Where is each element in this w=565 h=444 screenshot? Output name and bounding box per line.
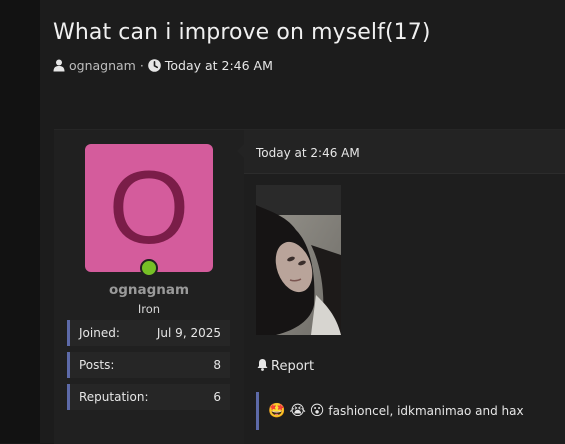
- user-icon: [53, 59, 65, 72]
- thread-time[interactable]: Today at 2:46 AM: [165, 58, 273, 73]
- post-message: Today at 2:46 AM Report 🤩 😭 😮 fashioncel…: [237, 130, 565, 444]
- left-sidebar-strip: [0, 0, 40, 443]
- thread-author-link[interactable]: ognagnam: [69, 58, 136, 73]
- reactions-users-link[interactable]: fashioncel, idkmanimao and hax: [328, 404, 523, 418]
- crying-emoji-icon: 😭: [289, 403, 306, 419]
- surprised-emoji-icon: 😮: [309, 403, 325, 419]
- clock-icon: [148, 58, 161, 72]
- header-notch: [237, 144, 244, 158]
- stat-label: Reputation:: [79, 390, 149, 404]
- post-username[interactable]: ognagnam: [54, 282, 244, 298]
- stat-value: Jul 9, 2025: [156, 326, 221, 340]
- post-user-info: O ognagnam Iron Joined: Jul 9, 2025 Post…: [54, 130, 244, 444]
- thread-title: What can i improve on myself(17): [53, 20, 431, 45]
- post-image[interactable]: [256, 185, 341, 335]
- stat-value: 8: [213, 358, 221, 372]
- post-header: Today at 2:46 AM: [237, 130, 565, 174]
- stat-label: Joined:: [79, 326, 120, 340]
- avatar[interactable]: O: [85, 144, 213, 272]
- online-status-icon: [140, 259, 158, 277]
- bell-icon: [256, 358, 269, 375]
- stat-label: Posts:: [79, 358, 115, 372]
- post: O ognagnam Iron Joined: Jul 9, 2025 Post…: [54, 129, 565, 444]
- star-struck-emoji-icon: 🤩: [268, 403, 286, 419]
- user-rank: Iron: [137, 302, 161, 316]
- post-time[interactable]: Today at 2:46 AM: [256, 146, 360, 160]
- stat-joined: Joined: Jul 9, 2025: [67, 320, 230, 346]
- stat-posts: Posts: 8: [67, 352, 230, 378]
- report-label: Report: [271, 358, 315, 374]
- thread-meta: ognagnam · Today at 2:46 AM: [53, 57, 273, 73]
- stat-value: 6: [213, 390, 221, 404]
- thread-page: What can i improve on myself(17) ognagna…: [40, 0, 565, 444]
- stat-reputation: Reputation: 6: [67, 384, 230, 410]
- reactions-bar[interactable]: 🤩 😭 😮 fashioncel, idkmanimao and hax: [256, 392, 565, 430]
- avatar-letter: O: [108, 150, 190, 266]
- meta-separator: ·: [139, 57, 144, 73]
- report-button[interactable]: Report: [256, 357, 314, 375]
